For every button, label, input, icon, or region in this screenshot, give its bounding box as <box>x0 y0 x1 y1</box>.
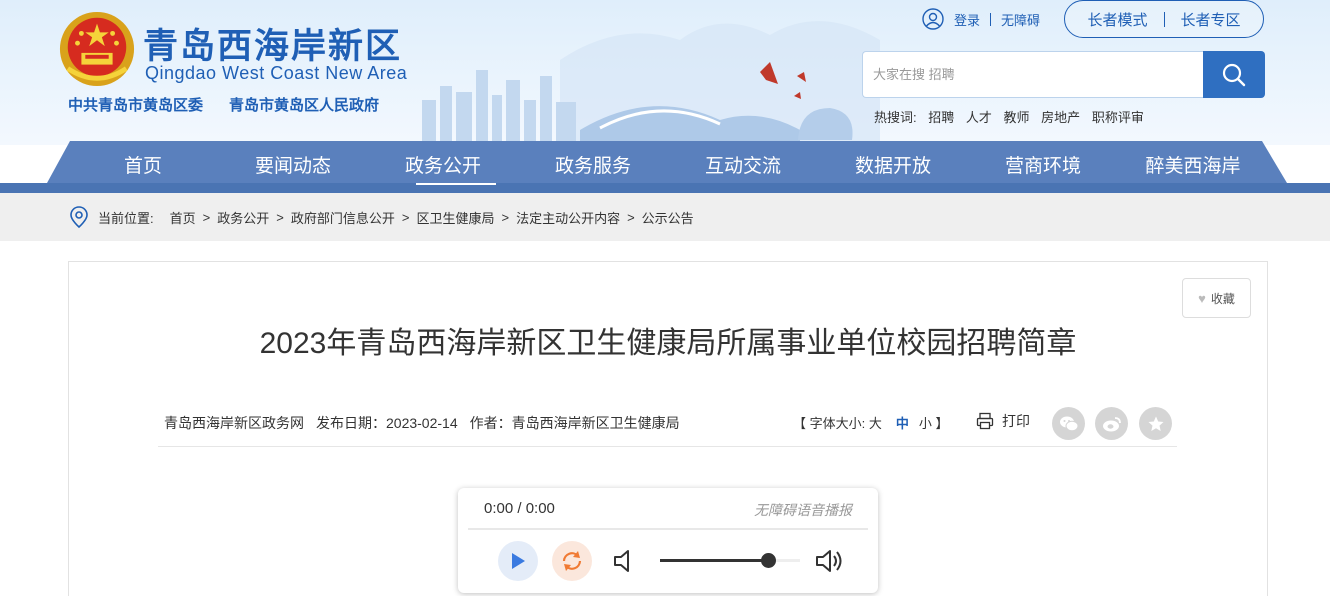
breadcrumb-link[interactable]: 政务公开 <box>217 208 269 227</box>
font-size-small[interactable]: 小 】 <box>919 416 949 431</box>
nav-item-home[interactable]: 首页 <box>68 141 218 193</box>
breadcrumb-separator: > <box>501 209 510 225</box>
nav-item-west-coast[interactable]: 醉美西海岸 <box>1118 141 1268 193</box>
hot-search-words: 热搜词: 招聘 人才 教师 房地产 职称评审 <box>874 107 1152 126</box>
main-navigation: 首页 要闻动态 政务公开 政务服务 互动交流 数据开放 营商环境 醉美西海岸 <box>0 141 1330 193</box>
divider <box>990 12 992 26</box>
site-header: 青岛西海岸新区 Qingdao West Coast New Area 中共青岛… <box>0 0 1330 145</box>
site-subtitle: Qingdao West Coast New Area <box>145 63 408 83</box>
meta-divider <box>158 446 1177 447</box>
speaker-mute-icon <box>614 550 629 572</box>
volume-slider[interactable] <box>660 553 800 568</box>
breadcrumb-link[interactable]: 区卫生健康局 <box>416 208 494 227</box>
login-link[interactable]: 登录 <box>954 10 980 29</box>
print-label: 打印 <box>1002 413 1030 429</box>
font-size-large[interactable]: 【 字体大小: 大 <box>793 416 882 431</box>
favorite-label: 收藏 <box>1210 291 1235 306</box>
player-divider <box>468 528 868 530</box>
article-author: 作者：青岛西海岸新区卫生健康局 <box>469 415 680 431</box>
search-icon <box>1222 63 1246 86</box>
printer-icon <box>976 412 994 430</box>
breadcrumb-bar: 当前位置: 首页 > 政务公开 > 政府部门信息公开 > 区卫生健康局 > 法定… <box>0 193 1330 241</box>
hot-word-link[interactable]: 职称评审 <box>1092 110 1144 125</box>
speaker-volume-icon <box>816 550 842 572</box>
favorite-star-icon <box>1148 416 1163 431</box>
breadcrumb-label: 当前位置: <box>98 210 154 226</box>
site-title: 青岛西海岸新区 <box>143 27 403 67</box>
breadcrumb-separator: > <box>401 209 410 225</box>
nav-item-gov-services[interactable]: 政务服务 <box>518 141 668 193</box>
breadcrumb-link[interactable]: 法定主动公开内容 <box>516 208 620 227</box>
search-button[interactable] <box>1203 51 1265 98</box>
location-pin-icon <box>70 206 88 229</box>
hot-words-label: 热搜词: <box>874 110 917 125</box>
hot-word-link[interactable]: 教师 <box>1004 110 1030 125</box>
breadcrumb-separator: > <box>276 209 284 225</box>
elder-mode-toggle: 长者模式 长者专区 <box>1064 0 1264 38</box>
article-title: 2023年青岛西海岸新区卫生健康局所属事业单位校园招聘简章 <box>259 327 1077 360</box>
audio-player: 0:00 / 0:00 无障碍语音播报 <box>458 488 878 593</box>
voice-broadcast-label: 无障碍语音播报 <box>754 502 852 518</box>
volume-knob[interactable] <box>760 553 776 568</box>
hot-word-link[interactable]: 房地产 <box>1041 110 1080 125</box>
mute-button[interactable] <box>612 547 638 580</box>
hot-word-link[interactable]: 招聘 <box>928 110 954 125</box>
volume-fill <box>660 559 768 562</box>
share-wechat-button[interactable] <box>1052 407 1085 440</box>
loop-icon <box>562 551 582 571</box>
wechat-icon <box>1059 416 1078 431</box>
nav-item-interaction[interactable]: 互动交流 <box>668 141 818 193</box>
divider <box>1163 11 1165 27</box>
share-weibo-button[interactable] <box>1095 407 1128 440</box>
accessibility-link[interactable]: 无障碍 <box>1001 10 1040 29</box>
nav-item-gov-affairs-open[interactable]: 政务公开 <box>368 141 518 193</box>
publish-date: 发布日期：2023-02-14 <box>316 415 458 431</box>
play-button[interactable] <box>498 541 538 581</box>
nav-item-news[interactable]: 要闻动态 <box>218 141 368 193</box>
org-gov-link[interactable]: 青岛市黄岛区人民政府 <box>229 97 379 114</box>
print-button[interactable]: 打印 <box>976 411 1030 431</box>
article-meta: 青岛西海岸新区政务网 发布日期：2023-02-14 作者：青岛西海岸新区卫生健康局 <box>164 413 692 433</box>
volume-up-button[interactable] <box>814 547 846 580</box>
user-icon[interactable] <box>922 8 944 30</box>
share-favorite-button[interactable] <box>1139 407 1172 440</box>
breadcrumb: 当前位置: 首页 > 政务公开 > 政府部门信息公开 > 区卫生健康局 > 法定… <box>68 193 694 241</box>
play-icon <box>512 553 525 569</box>
hot-word-link[interactable]: 人才 <box>966 110 992 125</box>
breadcrumb-link[interactable]: 政府部门信息公开 <box>291 208 395 227</box>
nav-item-open-data[interactable]: 数据开放 <box>818 141 968 193</box>
nav-item-business-env[interactable]: 营商环境 <box>968 141 1118 193</box>
elder-zone-link[interactable]: 长者专区 <box>1181 9 1241 30</box>
article-source: 青岛西海岸新区政务网 <box>164 415 304 431</box>
elder-mode-link[interactable]: 长者模式 <box>1087 9 1147 30</box>
weibo-icon <box>1102 416 1121 431</box>
organization-names: 中共青岛市黄岛区委 青岛市黄岛区人民政府 <box>68 94 379 115</box>
org-party-link[interactable]: 中共青岛市黄岛区委 <box>68 97 203 114</box>
font-size-medium[interactable]: 中 <box>896 416 909 431</box>
loop-button[interactable] <box>552 541 592 581</box>
nav-items: 首页 要闻动态 政务公开 政务服务 互动交流 数据开放 营商环境 醉美西海岸 <box>68 141 1268 193</box>
breadcrumb-link[interactable]: 公示公告 <box>642 208 694 227</box>
favorite-button[interactable]: ♥ 收藏 <box>1182 278 1251 318</box>
breadcrumb-separator: > <box>202 209 211 225</box>
top-links: 登录 无障碍 <box>922 6 1040 32</box>
playback-time: 0:00 / 0:00 <box>484 500 555 517</box>
search-input[interactable]: 大家在搜 招聘 <box>862 51 1204 98</box>
font-size-control: 【 字体大小: 大中小 】 <box>793 413 948 432</box>
heart-icon: ♥ <box>1198 290 1206 306</box>
breadcrumb-link[interactable]: 首页 <box>170 208 196 227</box>
national-emblem-logo <box>59 11 135 87</box>
breadcrumb-separator: > <box>627 209 635 225</box>
